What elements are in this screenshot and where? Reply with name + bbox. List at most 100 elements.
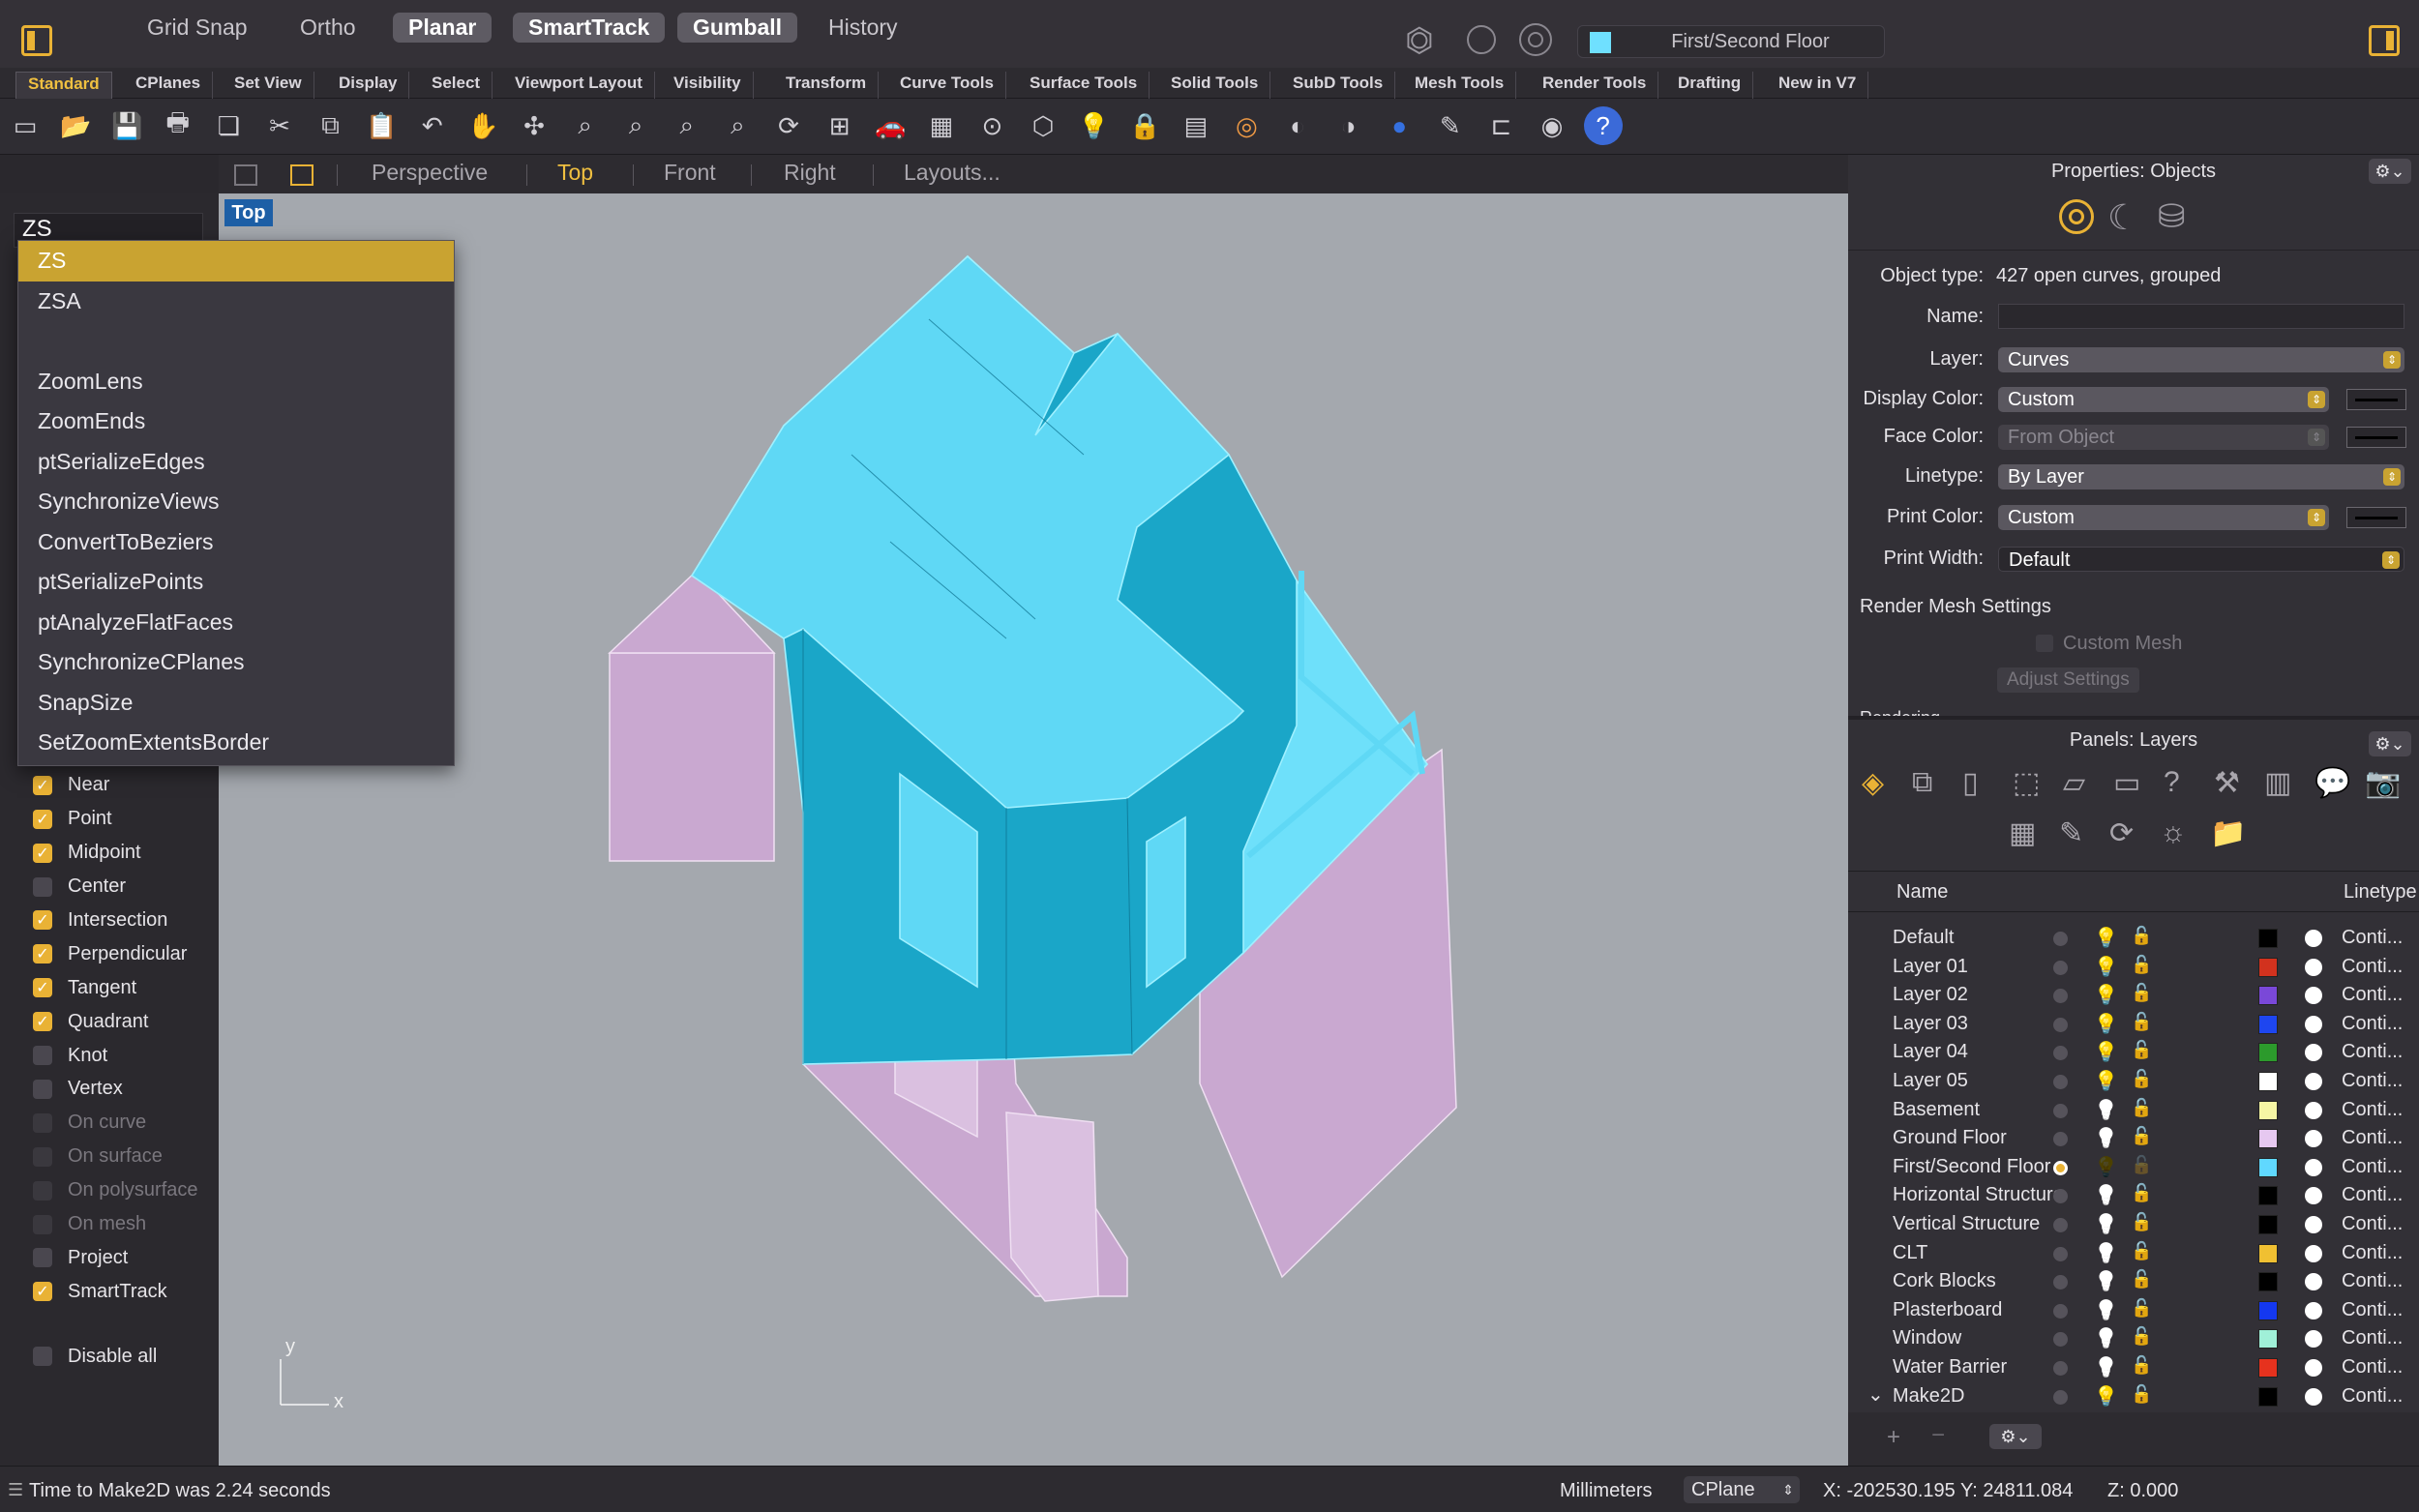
properties-options-icon[interactable]: ⚙⌄	[2369, 159, 2411, 184]
layer-color-swatch[interactable]	[2258, 1300, 2278, 1320]
toggle-grid-snap[interactable]: Grid Snap	[132, 13, 263, 43]
osnap-quadrant-checkbox[interactable]: ✓	[33, 1012, 52, 1032]
osnap-smarttrack-checkbox[interactable]: ✓	[33, 1282, 52, 1302]
layer-row-window[interactable]: Window 💡 🔓 Conti...	[1850, 1324, 2419, 1353]
help-panel-icon[interactable]: ?	[2164, 766, 2180, 799]
properties-icon[interactable]: ▤	[1177, 106, 1215, 145]
layer-name[interactable]: Layer 05	[1893, 1070, 1968, 1092]
material-icon[interactable]	[2305, 1359, 2322, 1377]
expand-chevron-icon[interactable]: ⌄	[1867, 1382, 1884, 1407]
units-label[interactable]: Millimeters	[1560, 1480, 1653, 1502]
current-layer-indicator-icon[interactable]	[2053, 1103, 2068, 1118]
material-icon[interactable]	[2305, 1101, 2322, 1119]
material-icon[interactable]	[2305, 1130, 2322, 1148]
toggle-smarttrack[interactable]: SmartTrack	[513, 13, 666, 43]
layer-name[interactable]: Basement	[1893, 1099, 1980, 1121]
named-view-panel-icon[interactable]: 💬	[2314, 766, 2350, 800]
viewport-single-icon[interactable]	[290, 164, 314, 186]
light-icon[interactable]: 💡	[1075, 106, 1114, 145]
zoom-window-icon[interactable]: ⌕	[616, 106, 655, 145]
layer-color-swatch[interactable]	[2258, 1129, 2278, 1149]
render-sphere-icon[interactable]: ●	[1380, 106, 1419, 145]
material-icon[interactable]	[2305, 1044, 2322, 1062]
current-layer-indicator-icon[interactable]	[2053, 1332, 2068, 1348]
zoom-selected-icon[interactable]: ⌕	[718, 106, 757, 145]
lock-icon[interactable]: 🔓	[2131, 1384, 2152, 1405]
material-icon[interactable]	[2305, 1301, 2322, 1319]
layer-name[interactable]: Layer 01	[1893, 956, 1968, 978]
tab-standard[interactable]: Standard	[15, 72, 112, 99]
tab-mesh-tools[interactable]: Mesh Tools	[1403, 72, 1517, 99]
osnap-center-checkbox[interactable]	[33, 876, 52, 897]
layer-row-water-barrier[interactable]: Water Barrier 💡 🔓 Conti...	[1850, 1353, 2419, 1382]
layer-name[interactable]: Window	[1893, 1327, 1961, 1349]
suggestion-snapsize[interactable]: SnapSize	[18, 683, 454, 724]
layer-name[interactable]: Ground Floor	[1893, 1127, 2007, 1149]
osnap-near[interactable]: ✓ Near	[33, 772, 109, 799]
lightbulb-icon[interactable]: 💡	[2094, 1326, 2118, 1350]
record-history-icon[interactable]	[1467, 25, 1496, 54]
tab-render-tools[interactable]: Render Tools	[1531, 72, 1659, 99]
tab-display[interactable]: Display	[327, 72, 410, 99]
layer-name[interactable]: Horizontal Structure	[1893, 1184, 2064, 1206]
viewport-top[interactable]: y x	[219, 193, 1848, 1466]
layer-linetype[interactable]: Conti...	[2342, 1327, 2403, 1349]
suggestion-zoomends[interactable]: ZoomEnds	[18, 401, 454, 442]
osnap-project[interactable]: Project	[33, 1244, 128, 1271]
suggestion-synchronizecplanes[interactable]: SynchronizeCPlanes	[18, 642, 454, 683]
layer-row-clt[interactable]: CLT 💡 🔓 Conti...	[1850, 1239, 2419, 1268]
layer-color-swatch[interactable]	[2258, 1043, 2278, 1063]
pen-panel-icon[interactable]: ✎	[2059, 816, 2083, 850]
lightbulb-icon[interactable]: 💡	[2094, 1155, 2118, 1179]
print-color-swatch[interactable]	[2346, 507, 2406, 528]
osnap-intersection-checkbox[interactable]: ✓	[33, 910, 52, 931]
layer-row-plasterboard[interactable]: Plasterboard 💡 🔓 Conti...	[1850, 1296, 2419, 1325]
material-icon[interactable]	[2305, 1273, 2322, 1291]
layer-linetype[interactable]: Conti...	[2342, 1184, 2403, 1206]
material-icon[interactable]	[2305, 958, 2322, 976]
help-icon[interactable]: ?	[1583, 106, 1623, 145]
display-color-select[interactable]: Custom ⇕	[1998, 387, 2329, 412]
face-color-select[interactable]: From Object ⇕	[1998, 425, 2329, 450]
layer-color-swatch[interactable]	[2258, 1100, 2278, 1120]
material-icon[interactable]	[2305, 1158, 2322, 1176]
layer-row-layer-01[interactable]: Layer 01 💡 🔓 Conti...	[1850, 953, 2419, 982]
list-icon[interactable]: ☰	[8, 1480, 23, 1500]
sphere-wireframe-icon[interactable]: ◐	[1278, 106, 1317, 145]
zoom-icon[interactable]: ⌕	[566, 106, 605, 145]
suggestion-synchronizeviews[interactable]: SynchronizeViews	[18, 482, 454, 522]
cut-icon[interactable]: ✂	[260, 106, 299, 145]
layer-select[interactable]: Curves ⇕	[1998, 347, 2404, 372]
current-layer-indicator-icon[interactable]	[2053, 932, 2068, 946]
layer-linetype[interactable]: Conti...	[2342, 927, 2403, 949]
layer-name[interactable]: Layer 04	[1893, 1041, 1968, 1063]
sidebar-toggle-icon[interactable]	[21, 25, 52, 56]
layer-row-layer-02[interactable]: Layer 02 💡 🔓 Conti...	[1850, 981, 2419, 1010]
suggestion-ptserializepoints[interactable]: ptSerializePoints	[18, 562, 454, 603]
lock-icon[interactable]: 🔓	[2131, 1126, 2152, 1146]
lightbulb-icon[interactable]: 💡	[2094, 1012, 2118, 1036]
osnap-on-polysurface[interactable]: On polysurface	[33, 1177, 198, 1204]
layer-options-button[interactable]: ⚙⌄	[1989, 1424, 2042, 1449]
current-layer-selector[interactable]: First/Second Floor	[1577, 25, 1885, 58]
lightbulb-icon[interactable]: 💡	[2094, 1126, 2118, 1150]
layers-col-linetype[interactable]: Linetype	[2344, 881, 2417, 904]
osnap-toggle-icon[interactable]	[1519, 23, 1552, 56]
layer-linetype[interactable]: Conti...	[2342, 956, 2403, 978]
layer-color-swatch[interactable]	[2258, 1386, 2278, 1407]
material-icon[interactable]	[2305, 1216, 2322, 1233]
osnap-vertex-checkbox[interactable]	[33, 1079, 52, 1099]
pen-tool-icon[interactable]: ✎	[1431, 106, 1470, 145]
lock-icon[interactable]: 🔓	[2131, 1012, 2152, 1032]
layer-color-swatch[interactable]	[2258, 1157, 2278, 1177]
cplane-icon[interactable]: ⊙	[972, 106, 1011, 145]
lightbulb-icon[interactable]: 💡	[2094, 1298, 2118, 1322]
viewport-4-icon[interactable]: ⊞	[821, 106, 859, 145]
osnap-smarttrack[interactable]: ✓ SmartTrack	[33, 1278, 167, 1305]
pan-icon[interactable]: ✋	[463, 106, 502, 145]
layer-linetype[interactable]: Conti...	[2342, 1242, 2403, 1264]
layer-color-swatch[interactable]	[2258, 1014, 2278, 1034]
object-properties-icon[interactable]	[2059, 199, 2094, 234]
notes-panel-icon[interactable]: ▥	[2264, 766, 2291, 800]
lock-icon[interactable]: 🔓	[2131, 1040, 2152, 1060]
